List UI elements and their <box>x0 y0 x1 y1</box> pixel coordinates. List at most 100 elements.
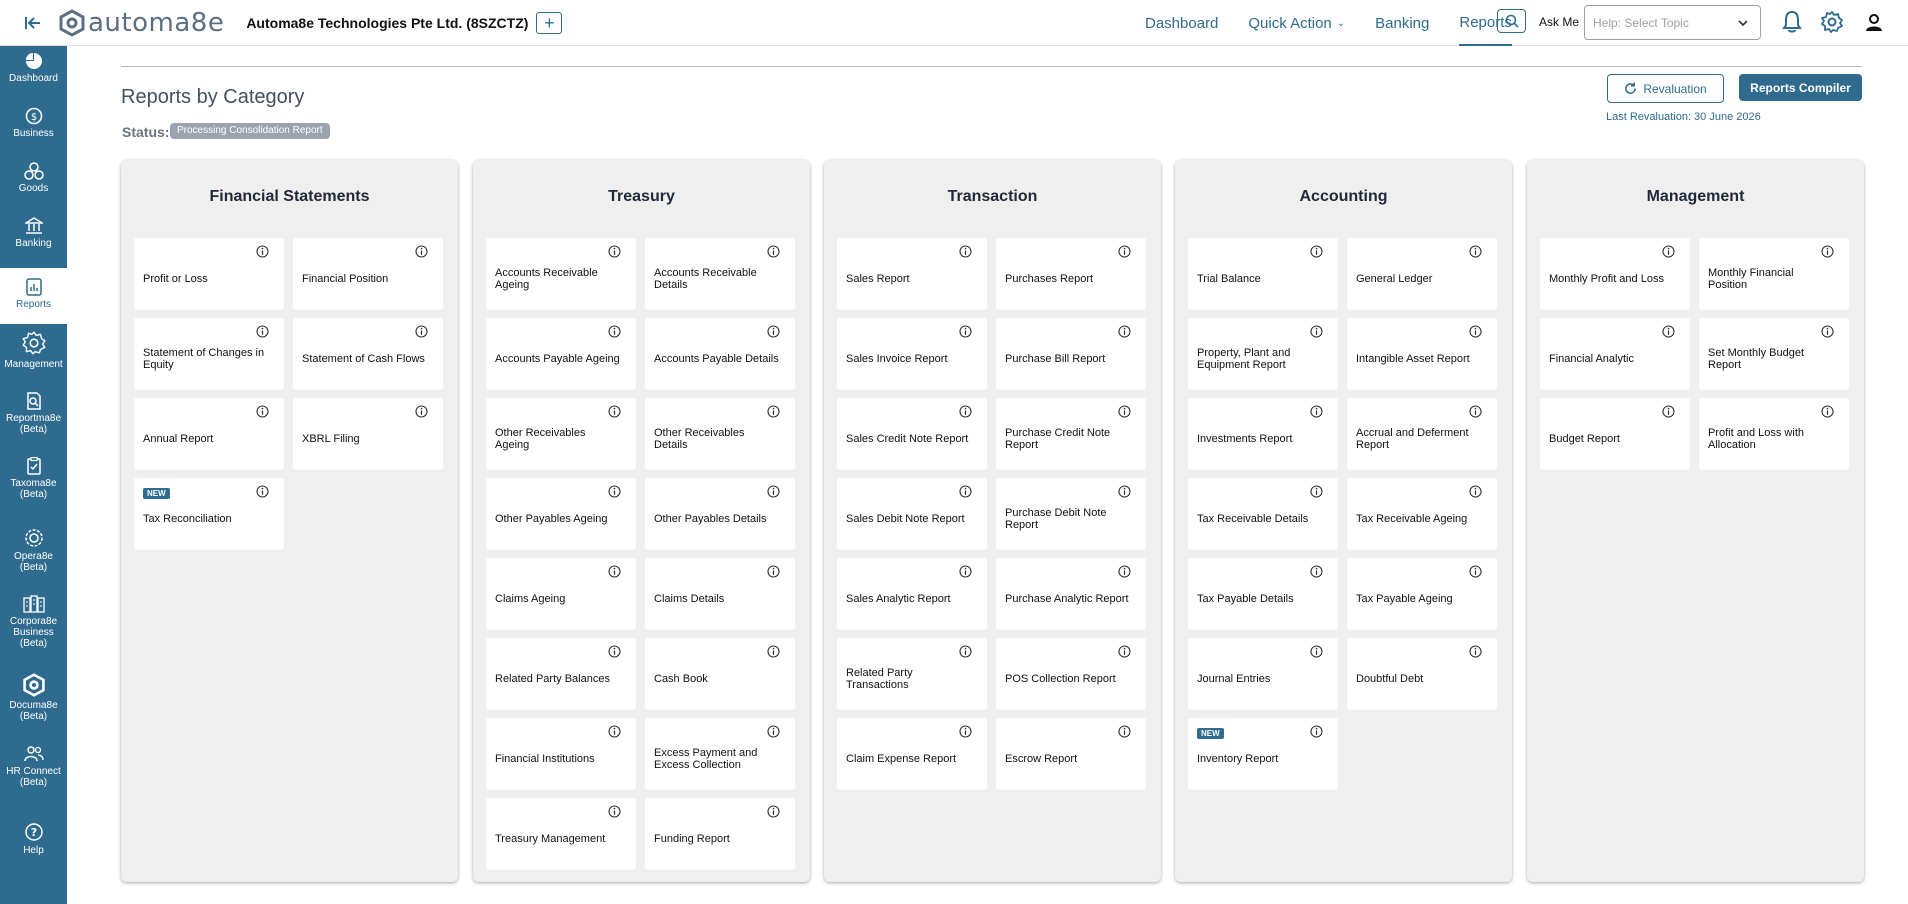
report-card[interactable]: Accounts Payable Details <box>645 318 795 390</box>
report-card[interactable]: Profit or Loss <box>134 238 284 310</box>
report-card[interactable]: Accrual and Deferment Report <box>1347 398 1497 470</box>
report-card[interactable]: Excess Payment and Excess Collection <box>645 718 795 790</box>
report-card[interactable]: General Ledger <box>1347 238 1497 310</box>
nav-quick-action[interactable]: Quick Action ⌄ <box>1248 0 1345 46</box>
report-card[interactable]: Cash Book <box>645 638 795 710</box>
sidebar-item-documa8e[interactable]: Documa8e (Beta) <box>0 673 67 729</box>
report-card[interactable]: Accounts Receivable Ageing <box>486 238 636 310</box>
report-card[interactable]: Trial Balance <box>1188 238 1338 310</box>
page-title: Reports by Category <box>121 86 305 108</box>
report-card[interactable]: Doubtful Debt <box>1347 638 1497 710</box>
report-card[interactable]: Purchase Credit Note Report <box>996 398 1146 470</box>
report-card-label: Other Payables Details <box>654 513 767 525</box>
report-card-label: Sales Analytic Report <box>846 593 951 605</box>
add-company-button[interactable]: + <box>536 11 563 34</box>
report-card[interactable]: Tax Payable Ageing <box>1347 558 1497 630</box>
report-card[interactable]: Statement of Changes in Equity <box>134 318 284 390</box>
category-title: Transaction <box>947 188 1038 205</box>
report-card[interactable]: Claims Ageing <box>486 558 636 630</box>
report-card[interactable]: Claims Details <box>645 558 795 630</box>
report-card[interactable]: Property, Plant and Equipment Report <box>1188 318 1338 390</box>
sidebar-item-taxoma8e[interactable]: Taxoma8e (Beta) <box>0 457 67 507</box>
report-card[interactable]: Claim Expense Report <box>837 718 987 790</box>
report-card[interactable]: POS Collection Report <box>996 638 1146 710</box>
search-button[interactable] <box>1497 9 1526 33</box>
report-card[interactable]: Annual Report <box>134 398 284 470</box>
report-card[interactable]: Investments Report <box>1188 398 1338 470</box>
report-card-grid: Sales Report Purchases Report Sales Invoic… <box>837 238 1148 790</box>
sidebar-item-reportma8e[interactable]: Reportma8e (Beta) <box>0 392 67 442</box>
report-card[interactable]: Budget Report <box>1540 398 1690 470</box>
report-card[interactable]: Financial Institutions <box>486 718 636 790</box>
report-card[interactable]: Other Receivables Details <box>645 398 795 470</box>
sidebar-item-hr-connect[interactable]: HR Connect (Beta) <box>0 745 67 805</box>
report-card[interactable]: Sales Analytic Report <box>837 558 987 630</box>
report-card[interactable]: Financial Position <box>293 238 443 310</box>
nav-banking[interactable]: Banking <box>1375 0 1429 46</box>
report-card-label: Accrual and Deferment Report <box>1356 427 1469 451</box>
nav-dashboard[interactable]: Dashboard <box>1145 0 1218 46</box>
user-account-icon[interactable] <box>1861 10 1887 36</box>
report-card[interactable]: XBRL Filing <box>293 398 443 470</box>
report-card[interactable]: Intangible Asset Report <box>1347 318 1497 390</box>
report-card[interactable]: Other Payables Details <box>645 478 795 550</box>
brand-logo[interactable]: automa8e <box>58 8 224 38</box>
report-card-label: Doubtful Debt <box>1356 673 1424 685</box>
sidebar-item-corpora8e[interactable]: Corpora8e Business (Beta) <box>0 595 67 657</box>
report-card[interactable]: Other Payables Ageing <box>486 478 636 550</box>
search-icon <box>1505 14 1519 28</box>
report-card-label: Sales Invoice Report <box>846 353 948 365</box>
report-card[interactable]: Purchase Analytic Report <box>996 558 1146 630</box>
report-card[interactable]: Sales Credit Note Report <box>837 398 987 470</box>
sidebar-item-business[interactable]: $ Business <box>0 107 67 151</box>
report-card[interactable]: Escrow Report <box>996 718 1146 790</box>
sidebar-item-opera8e[interactable]: Opera8e (Beta) <box>0 528 67 578</box>
sidebar: Dashboard $ Business Goods Banking Repor… <box>0 46 67 904</box>
settings-gear-icon[interactable] <box>1820 10 1844 39</box>
report-card-label: Tax Payable Details <box>1197 593 1294 605</box>
report-card[interactable]: NEW Inventory Report <box>1188 718 1338 790</box>
report-card[interactable]: Purchase Bill Report <box>996 318 1146 390</box>
sidebar-item-goods[interactable]: Goods <box>0 162 67 206</box>
report-card[interactable]: Financial Analytic <box>1540 318 1690 390</box>
sidebar-item-management[interactable]: Management <box>0 330 67 374</box>
report-card[interactable]: Tax Receivable Details <box>1188 478 1338 550</box>
report-card[interactable]: Sales Invoice Report <box>837 318 987 390</box>
reports-compiler-button[interactable]: Reports Compiler <box>1739 74 1862 101</box>
report-card-label: Related Party Transactions <box>846 667 913 691</box>
report-card[interactable]: Purchases Report <box>996 238 1146 310</box>
logo-text: automa8e <box>88 7 225 38</box>
report-card[interactable]: NEW Tax Reconciliation <box>134 478 284 550</box>
report-card-label: Purchase Credit Note Report <box>1005 427 1111 451</box>
report-card[interactable]: Treasury Management <box>486 798 636 870</box>
report-card[interactable]: Related Party Balances <box>486 638 636 710</box>
sidebar-item-banking[interactable]: Banking <box>0 217 67 261</box>
report-card[interactable]: Purchase Debit Note Report <box>996 478 1146 550</box>
sidebar-item-reports[interactable]: Reports <box>0 268 67 324</box>
report-card-label: Monthly Financial Position <box>1708 267 1794 291</box>
report-card[interactable]: Set Monthly Budget Report <box>1699 318 1849 390</box>
report-card[interactable]: Funding Report <box>645 798 795 870</box>
revaluation-button[interactable]: Revaluation <box>1607 74 1724 103</box>
report-card[interactable]: Accounts Receivable Details <box>645 238 795 310</box>
report-card-label: Statement of Changes in Equity <box>143 347 265 371</box>
chevron-down-icon <box>1738 20 1748 27</box>
report-card[interactable]: Monthly Profit and Loss <box>1540 238 1690 310</box>
report-card[interactable]: Related Party Transactions <box>837 638 987 710</box>
report-card[interactable]: Tax Receivable Ageing <box>1347 478 1497 550</box>
sidebar-item-help[interactable]: ? Help <box>0 822 67 866</box>
report-card[interactable]: Tax Payable Details <box>1188 558 1338 630</box>
top-bar: automa8e Automa8e Technologies Pte Ltd. … <box>0 0 1908 46</box>
help-topic-select[interactable]: Help: Select Topic <box>1584 5 1761 40</box>
report-card[interactable]: Monthly Financial Position <box>1699 238 1849 310</box>
notification-bell-icon[interactable] <box>1781 10 1803 39</box>
report-card[interactable]: Journal Entries <box>1188 638 1338 710</box>
report-card[interactable]: Sales Report <box>837 238 987 310</box>
report-card[interactable]: Sales Debit Note Report <box>837 478 987 550</box>
sidebar-item-dashboard[interactable]: Dashboard <box>0 52 67 96</box>
report-card[interactable]: Accounts Payable Ageing <box>486 318 636 390</box>
report-card[interactable]: Profit and Loss with Allocation <box>1699 398 1849 470</box>
collapse-sidebar-icon[interactable] <box>22 12 44 34</box>
report-card[interactable]: Other Receivables Ageing <box>486 398 636 470</box>
report-card[interactable]: Statement of Cash Flows <box>293 318 443 390</box>
